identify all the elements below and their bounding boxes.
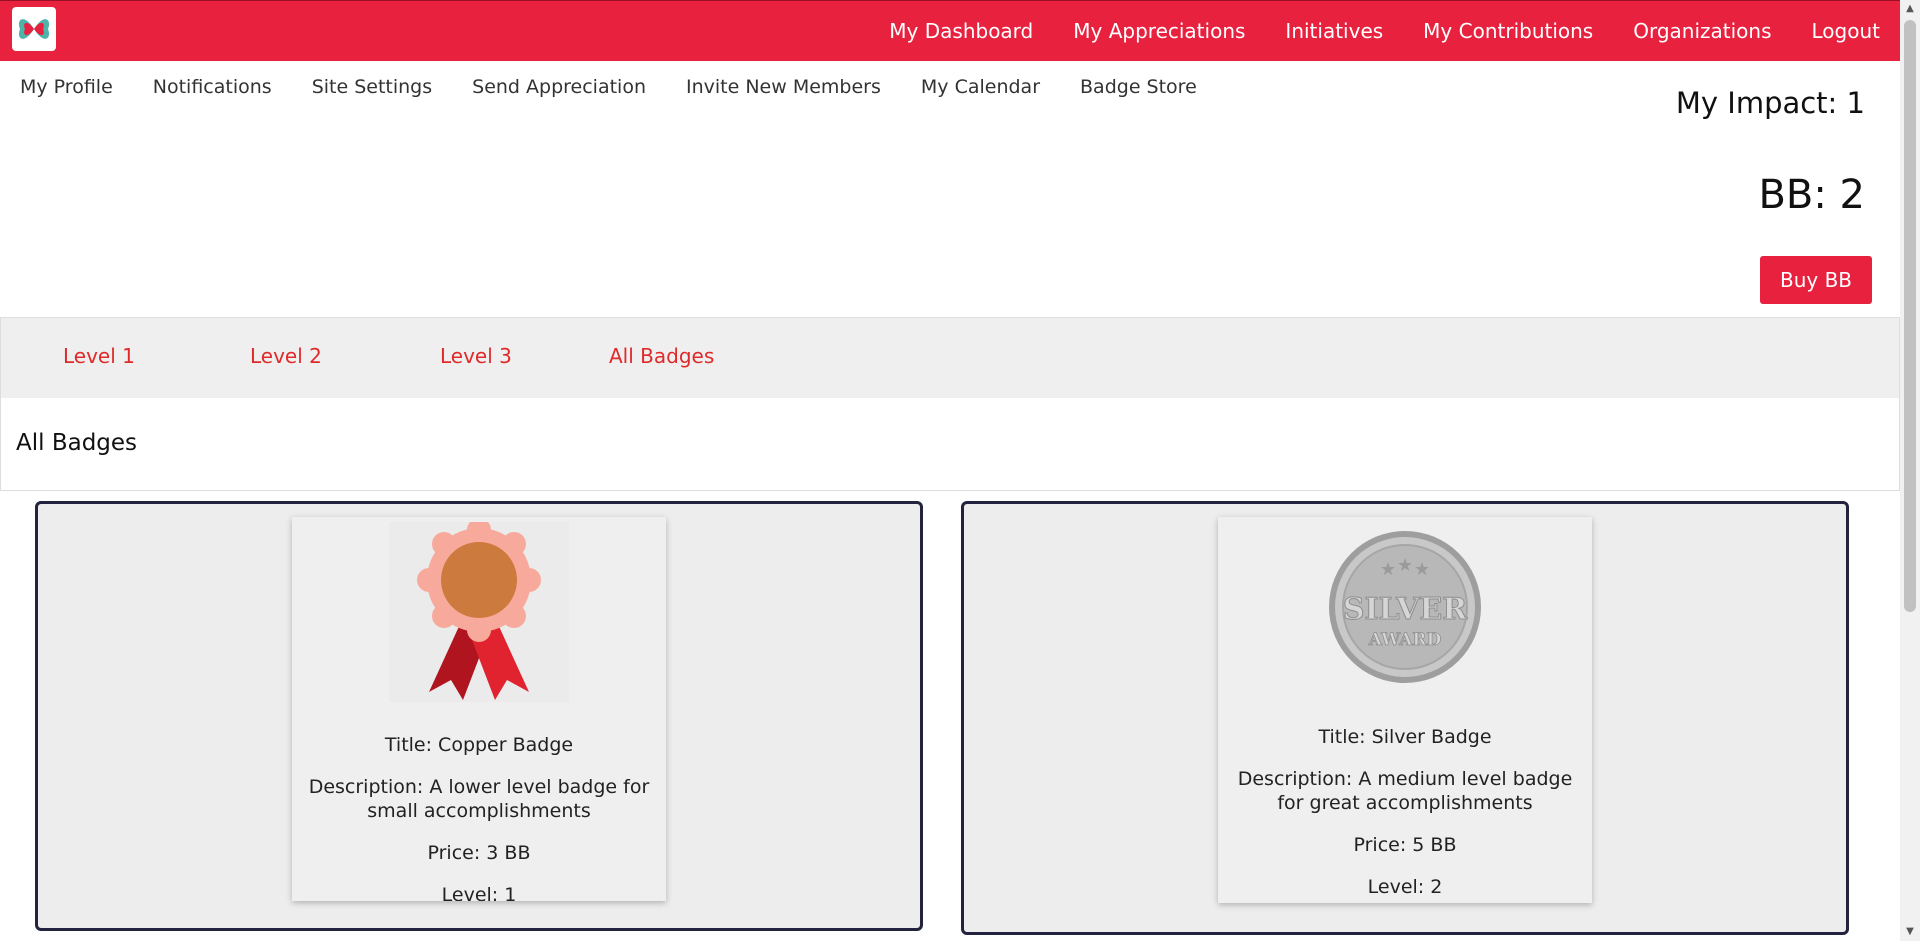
nav-organizations[interactable]: Organizations [1633, 19, 1771, 43]
vertical-scrollbar[interactable]: ▲ ▼ [1900, 0, 1920, 941]
badge-panel-silver: ★ ★ ★ SILVER AWARD Title: Silver Badge D… [961, 501, 1849, 935]
nav-my-contributions[interactable]: My Contributions [1423, 19, 1593, 43]
badge-panel-copper: Title: Copper Badge Description: A lower… [35, 501, 923, 931]
scroll-thumb[interactable] [1904, 20, 1916, 612]
nav-initiatives[interactable]: Initiatives [1285, 19, 1383, 43]
nav-my-dashboard[interactable]: My Dashboard [889, 19, 1033, 43]
app-logo[interactable] [12, 7, 56, 51]
copper-ribbon-medal-icon [389, 522, 569, 702]
butterfly-logo-icon [18, 19, 50, 39]
subnav-site-settings[interactable]: Site Settings [312, 76, 432, 98]
badge-card[interactable]: Title: Copper Badge Description: A lower… [292, 517, 666, 901]
subnav-my-profile[interactable]: My Profile [20, 76, 113, 98]
top-navbar: My Dashboard My Appreciations Initiative… [0, 0, 1900, 61]
subnav-badge-store[interactable]: Badge Store [1080, 76, 1197, 98]
svg-text:★: ★ [1380, 559, 1396, 580]
coin-text-bottom: AWARD [1368, 630, 1442, 650]
section-title: All Badges [16, 430, 138, 456]
sub-navbar: My Profile Notifications Site Settings S… [20, 76, 1237, 98]
svg-text:★: ★ [1397, 555, 1413, 576]
subnav-invite-new-members[interactable]: Invite New Members [686, 76, 881, 98]
nav-logout[interactable]: Logout [1812, 19, 1880, 43]
badge-title: Title: Silver Badge [1318, 726, 1492, 748]
coin-text-top: SILVER [1343, 592, 1468, 627]
tab-level-2[interactable]: Level 2 [250, 344, 322, 368]
level-filter-bar: Level 1 Level 2 Level 3 All Badges [0, 317, 1900, 399]
badge-description: Description: A lower level badge for sma… [308, 776, 650, 822]
buy-bb-button[interactable]: Buy BB [1760, 256, 1872, 304]
badge-description: Description: A medium level badge for gr… [1237, 768, 1573, 814]
svg-text:★: ★ [1414, 559, 1430, 580]
badge-price: Price: 5 BB [1353, 834, 1457, 856]
tab-level-3[interactable]: Level 3 [440, 344, 512, 368]
badge-card[interactable]: ★ ★ ★ SILVER AWARD Title: Silver Badge D… [1218, 517, 1592, 903]
section-header: All Badges [0, 398, 1900, 491]
badge-price: Price: 3 BB [427, 842, 531, 864]
tab-level-1[interactable]: Level 1 [63, 344, 135, 368]
tab-all-badges[interactable]: All Badges [609, 344, 714, 368]
scroll-down-arrow-icon[interactable]: ▼ [1904, 925, 1916, 939]
nav-my-appreciations[interactable]: My Appreciations [1073, 19, 1245, 43]
subnav-my-calendar[interactable]: My Calendar [921, 76, 1040, 98]
scroll-up-arrow-icon[interactable]: ▲ [1904, 2, 1916, 16]
badge-level: Level: 1 [441, 884, 517, 901]
bb-balance: BB: 2 [1758, 172, 1865, 218]
badge-title: Title: Copper Badge [384, 734, 574, 756]
impact-score: My Impact: 1 [1675, 86, 1865, 120]
subnav-notifications[interactable]: Notifications [153, 76, 272, 98]
silver-award-coin-icon: ★ ★ ★ SILVER AWARD [1329, 531, 1481, 683]
badge-level: Level: 2 [1367, 876, 1443, 898]
subnav-send-appreciation[interactable]: Send Appreciation [472, 76, 646, 98]
